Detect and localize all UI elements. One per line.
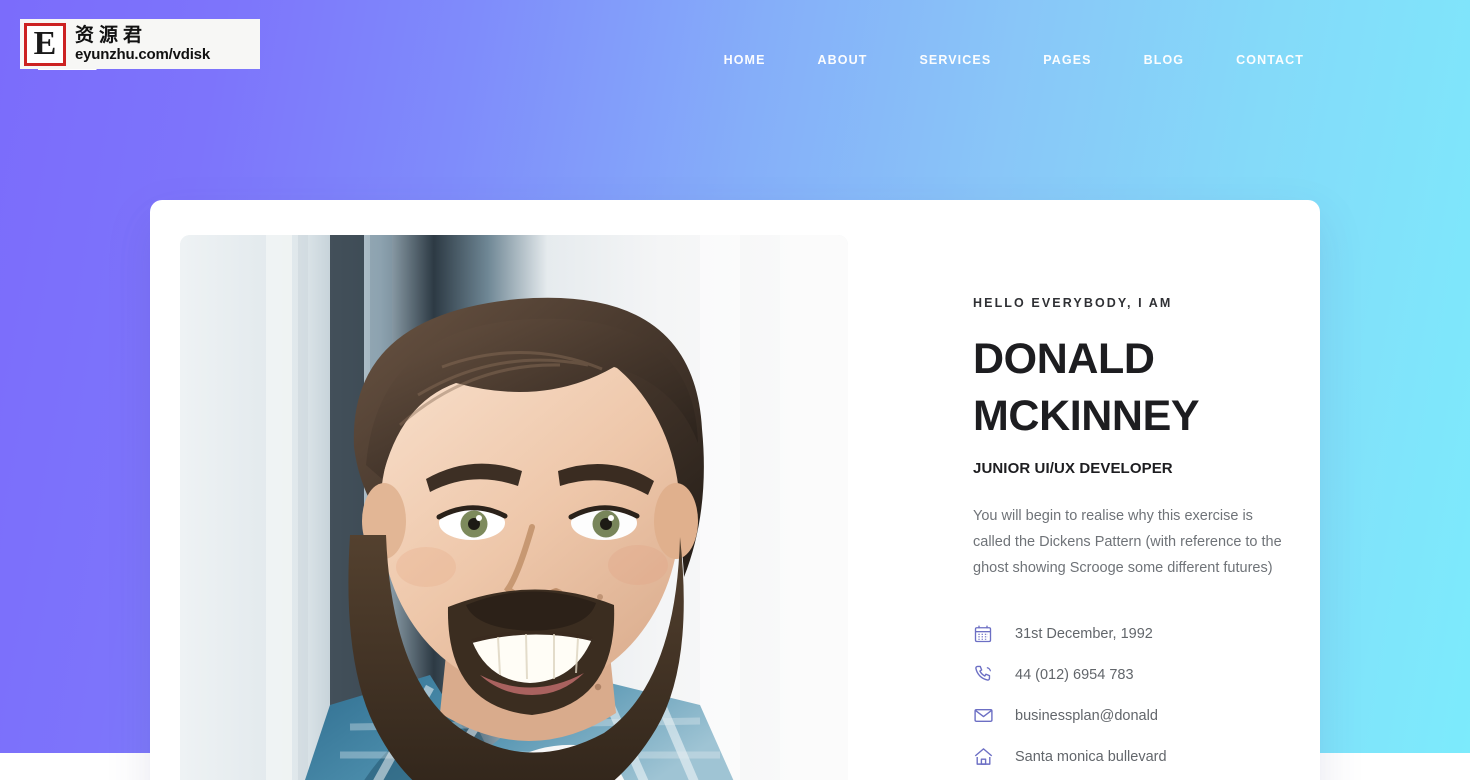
contact-row-address: Santa monica bullevard bbox=[973, 736, 1290, 777]
profile-photo bbox=[180, 235, 848, 780]
watermark-overlay: E 资源君 eyunzhu.com/vdisk bbox=[20, 19, 260, 69]
nav-item-home[interactable]: HOME bbox=[698, 52, 792, 68]
main-navigation: HOME ABOUT SERVICES PAGES BLOG CONTACT bbox=[698, 52, 1330, 68]
profile-bio: You will begin to realise why this exerc… bbox=[973, 508, 1282, 576]
calendar-icon bbox=[973, 623, 1003, 645]
contact-row-email: businessplan@donald bbox=[973, 695, 1290, 736]
profile-greeting: HELLO EVERYBODY, I AM bbox=[973, 296, 1173, 310]
contact-row-birthday: 31st December, 1992 bbox=[973, 613, 1290, 654]
profile-job-title: JUNIOR UI/UX DEVELOPER bbox=[973, 460, 1173, 477]
contact-value-address: Santa monica bullevard bbox=[1015, 748, 1167, 765]
nav-item-contact[interactable]: CONTACT bbox=[1210, 52, 1330, 68]
watermark-url: eyunzhu.com/vdisk bbox=[75, 46, 210, 63]
home-icon bbox=[973, 746, 1003, 768]
nav-item-pages[interactable]: PAGES bbox=[1017, 52, 1117, 68]
watermark-chinese-text: 资源君 bbox=[75, 24, 148, 46]
envelope-icon bbox=[973, 705, 1003, 727]
page-root: TME HOME ABOUT SERVICES PAGES BLOG CONTA… bbox=[0, 0, 1470, 780]
portrait-illustration bbox=[180, 235, 848, 780]
profile-photo-container bbox=[180, 235, 848, 780]
watermark-logo-icon: E bbox=[24, 22, 66, 66]
nav-item-about[interactable]: ABOUT bbox=[792, 52, 894, 68]
profile-info: HELLO EVERYBODY, I AM DONALD MCKINNEY JU… bbox=[848, 235, 1290, 780]
contact-row-phone: 44 (012) 6954 783 bbox=[973, 654, 1290, 695]
nav-item-services[interactable]: SERVICES bbox=[893, 52, 1017, 68]
profile-card: HELLO EVERYBODY, I AM DONALD MCKINNEY JU… bbox=[150, 200, 1320, 780]
contact-value-phone: 44 (012) 6954 783 bbox=[1015, 666, 1134, 683]
contact-details-list: 31st December, 1992 44 (012) 6954 783 bu… bbox=[973, 613, 1290, 777]
watermark-logo-letter: E bbox=[33, 25, 57, 62]
phone-icon bbox=[973, 664, 1003, 686]
contact-value-birthday: 31st December, 1992 bbox=[1015, 625, 1153, 642]
nav-item-blog[interactable]: BLOG bbox=[1118, 52, 1211, 68]
contact-value-email: businessplan@donald bbox=[1015, 707, 1158, 724]
watermark-text-block: 资源君 eyunzhu.com/vdisk bbox=[75, 24, 210, 64]
profile-name: DONALD MCKINNEY bbox=[973, 335, 1200, 440]
